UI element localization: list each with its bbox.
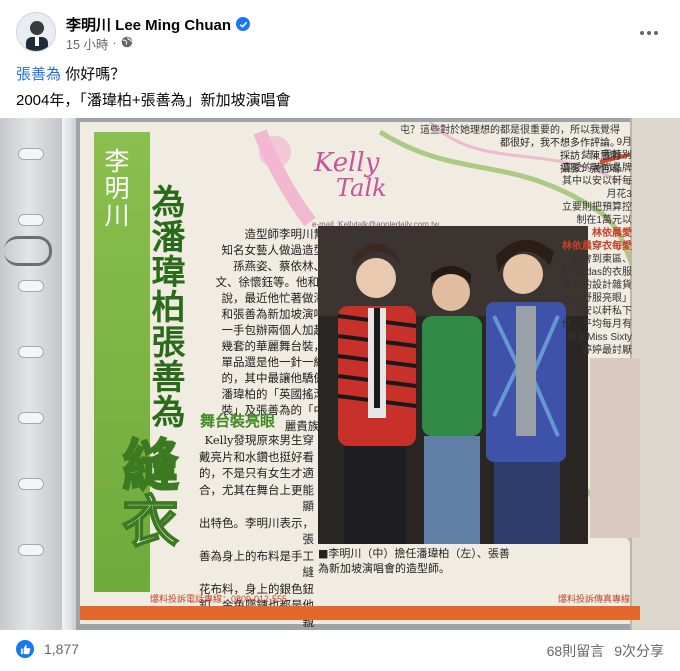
text-line: 她會到東區、: [572, 254, 632, 265]
newspaper-photo: [318, 226, 588, 544]
text-line: 的「舒服亮眼」: [562, 293, 632, 304]
text-line: 立要則把預算控制在1萬元以: [562, 202, 632, 226]
text-line: 其中以安以軒每月花3: [562, 176, 632, 200]
text-line: 喜愛的時尚品牌: [562, 163, 632, 174]
meta-separator: ·: [112, 36, 117, 50]
mention-link[interactable]: 張善為: [16, 66, 61, 83]
post-meta: 15 小時 ·: [66, 34, 133, 53]
plastic-sleeve: [62, 118, 76, 630]
greeting-text: 你好嗎？: [65, 66, 126, 83]
text-line: 愛Adidas的衣服: [561, 267, 632, 278]
text-line: 最愛Miss Sixty: [567, 332, 632, 343]
like-icon[interactable]: [16, 640, 34, 658]
kelly-talk-logo: Kelly Talk: [300, 146, 430, 206]
text-line: 9月: [616, 137, 632, 148]
post-line-2: 2004年，「潘瑋柏+張善為」新加坡演唱會: [16, 92, 291, 109]
post-card: 李明川 Lee Ming Chuan 15 小時 · 張善為 你好嗎？ 2004…: [0, 0, 680, 671]
text-line: 林依晨愛: [592, 228, 632, 239]
author-avatar[interactable]: [16, 12, 56, 52]
post-body: 張善為 你好嗎？ 2004年，「潘瑋柏+張善為」新加坡演唱會: [16, 64, 656, 112]
binder-hole: [18, 214, 44, 226]
tip-hotline-bar: 爆料投訴電話專線：0809-012-555 爆料投訴傳真專線: [150, 592, 630, 606]
binder-hole: [18, 478, 44, 490]
post-header: 李明川 Lee Ming Chuan 15 小時 ·: [16, 12, 664, 54]
headline-main: 縫衣: [112, 435, 180, 549]
dot-icon: [640, 31, 644, 35]
dot-icon: [647, 31, 651, 35]
orange-strip: [80, 606, 640, 620]
side-photo: [590, 358, 640, 538]
logo-text: Talk: [336, 174, 387, 202]
article-subhead: 舞台裝亮眼: [200, 412, 276, 430]
text-line: 件，平均每月有: [562, 319, 632, 330]
text-line: 林依晨穿衣每愛: [562, 241, 632, 252]
post-line-1: 張善為 你好嗎？: [16, 64, 656, 86]
comments-count[interactable]: 68則留言: [547, 641, 605, 661]
text-line: 安以軒私下: [582, 306, 632, 317]
text-line: 誌，我特別: [582, 150, 632, 161]
photo-caption: ■李明川（中）擔任潘瑋柏（左）、張善 為新加坡演唱會的造型師。: [318, 547, 510, 575]
shares-count[interactable]: 9次分享: [614, 641, 664, 661]
binder-hole: [18, 346, 44, 358]
author-name[interactable]: 李明川 Lee Ming Chuan: [66, 14, 231, 35]
binder-hole: [18, 148, 44, 160]
engagement-counts: 68則留言 9次分享: [547, 641, 664, 661]
text-line: 婷婷最討厭: [582, 345, 632, 356]
tip-phone: 爆料投訴電話專線：0809-012-555: [150, 594, 288, 604]
reaction-count[interactable]: 1,877: [44, 641, 79, 657]
binder-hole: [18, 544, 44, 556]
text-line: 年來的設計雜貨: [562, 280, 632, 291]
more-options-button[interactable]: [634, 18, 664, 48]
side-column: 9月 誌，我特別 喜愛的時尚品牌 其中以安以軒每月花3 立要則把預算控制在1萬元…: [560, 136, 632, 357]
post-photo[interactable]: 屯？這些對於她理想的都是很重要的，所以我覺得 都很好，我不想多作評論。 採訪：陳…: [0, 118, 680, 630]
binder-ring: [4, 236, 52, 266]
binder-hole: [18, 412, 44, 424]
headline-name: 李明川: [101, 148, 130, 229]
tip-fax: 爆料投訴傳真專線: [557, 594, 630, 604]
post-footer: 1,877 68則留言 9次分享: [16, 636, 664, 664]
author-line: 李明川 Lee Ming Chuan: [66, 14, 251, 35]
dot-icon: [654, 31, 658, 35]
post-time[interactable]: 15 小時: [66, 34, 108, 53]
three-men-illustration: [318, 226, 588, 544]
globe-icon[interactable]: [121, 36, 133, 51]
headline-subject: 為潘瑋柏張善為: [145, 184, 185, 429]
verified-badge-icon: [236, 17, 251, 31]
binder-hole: [18, 280, 44, 292]
